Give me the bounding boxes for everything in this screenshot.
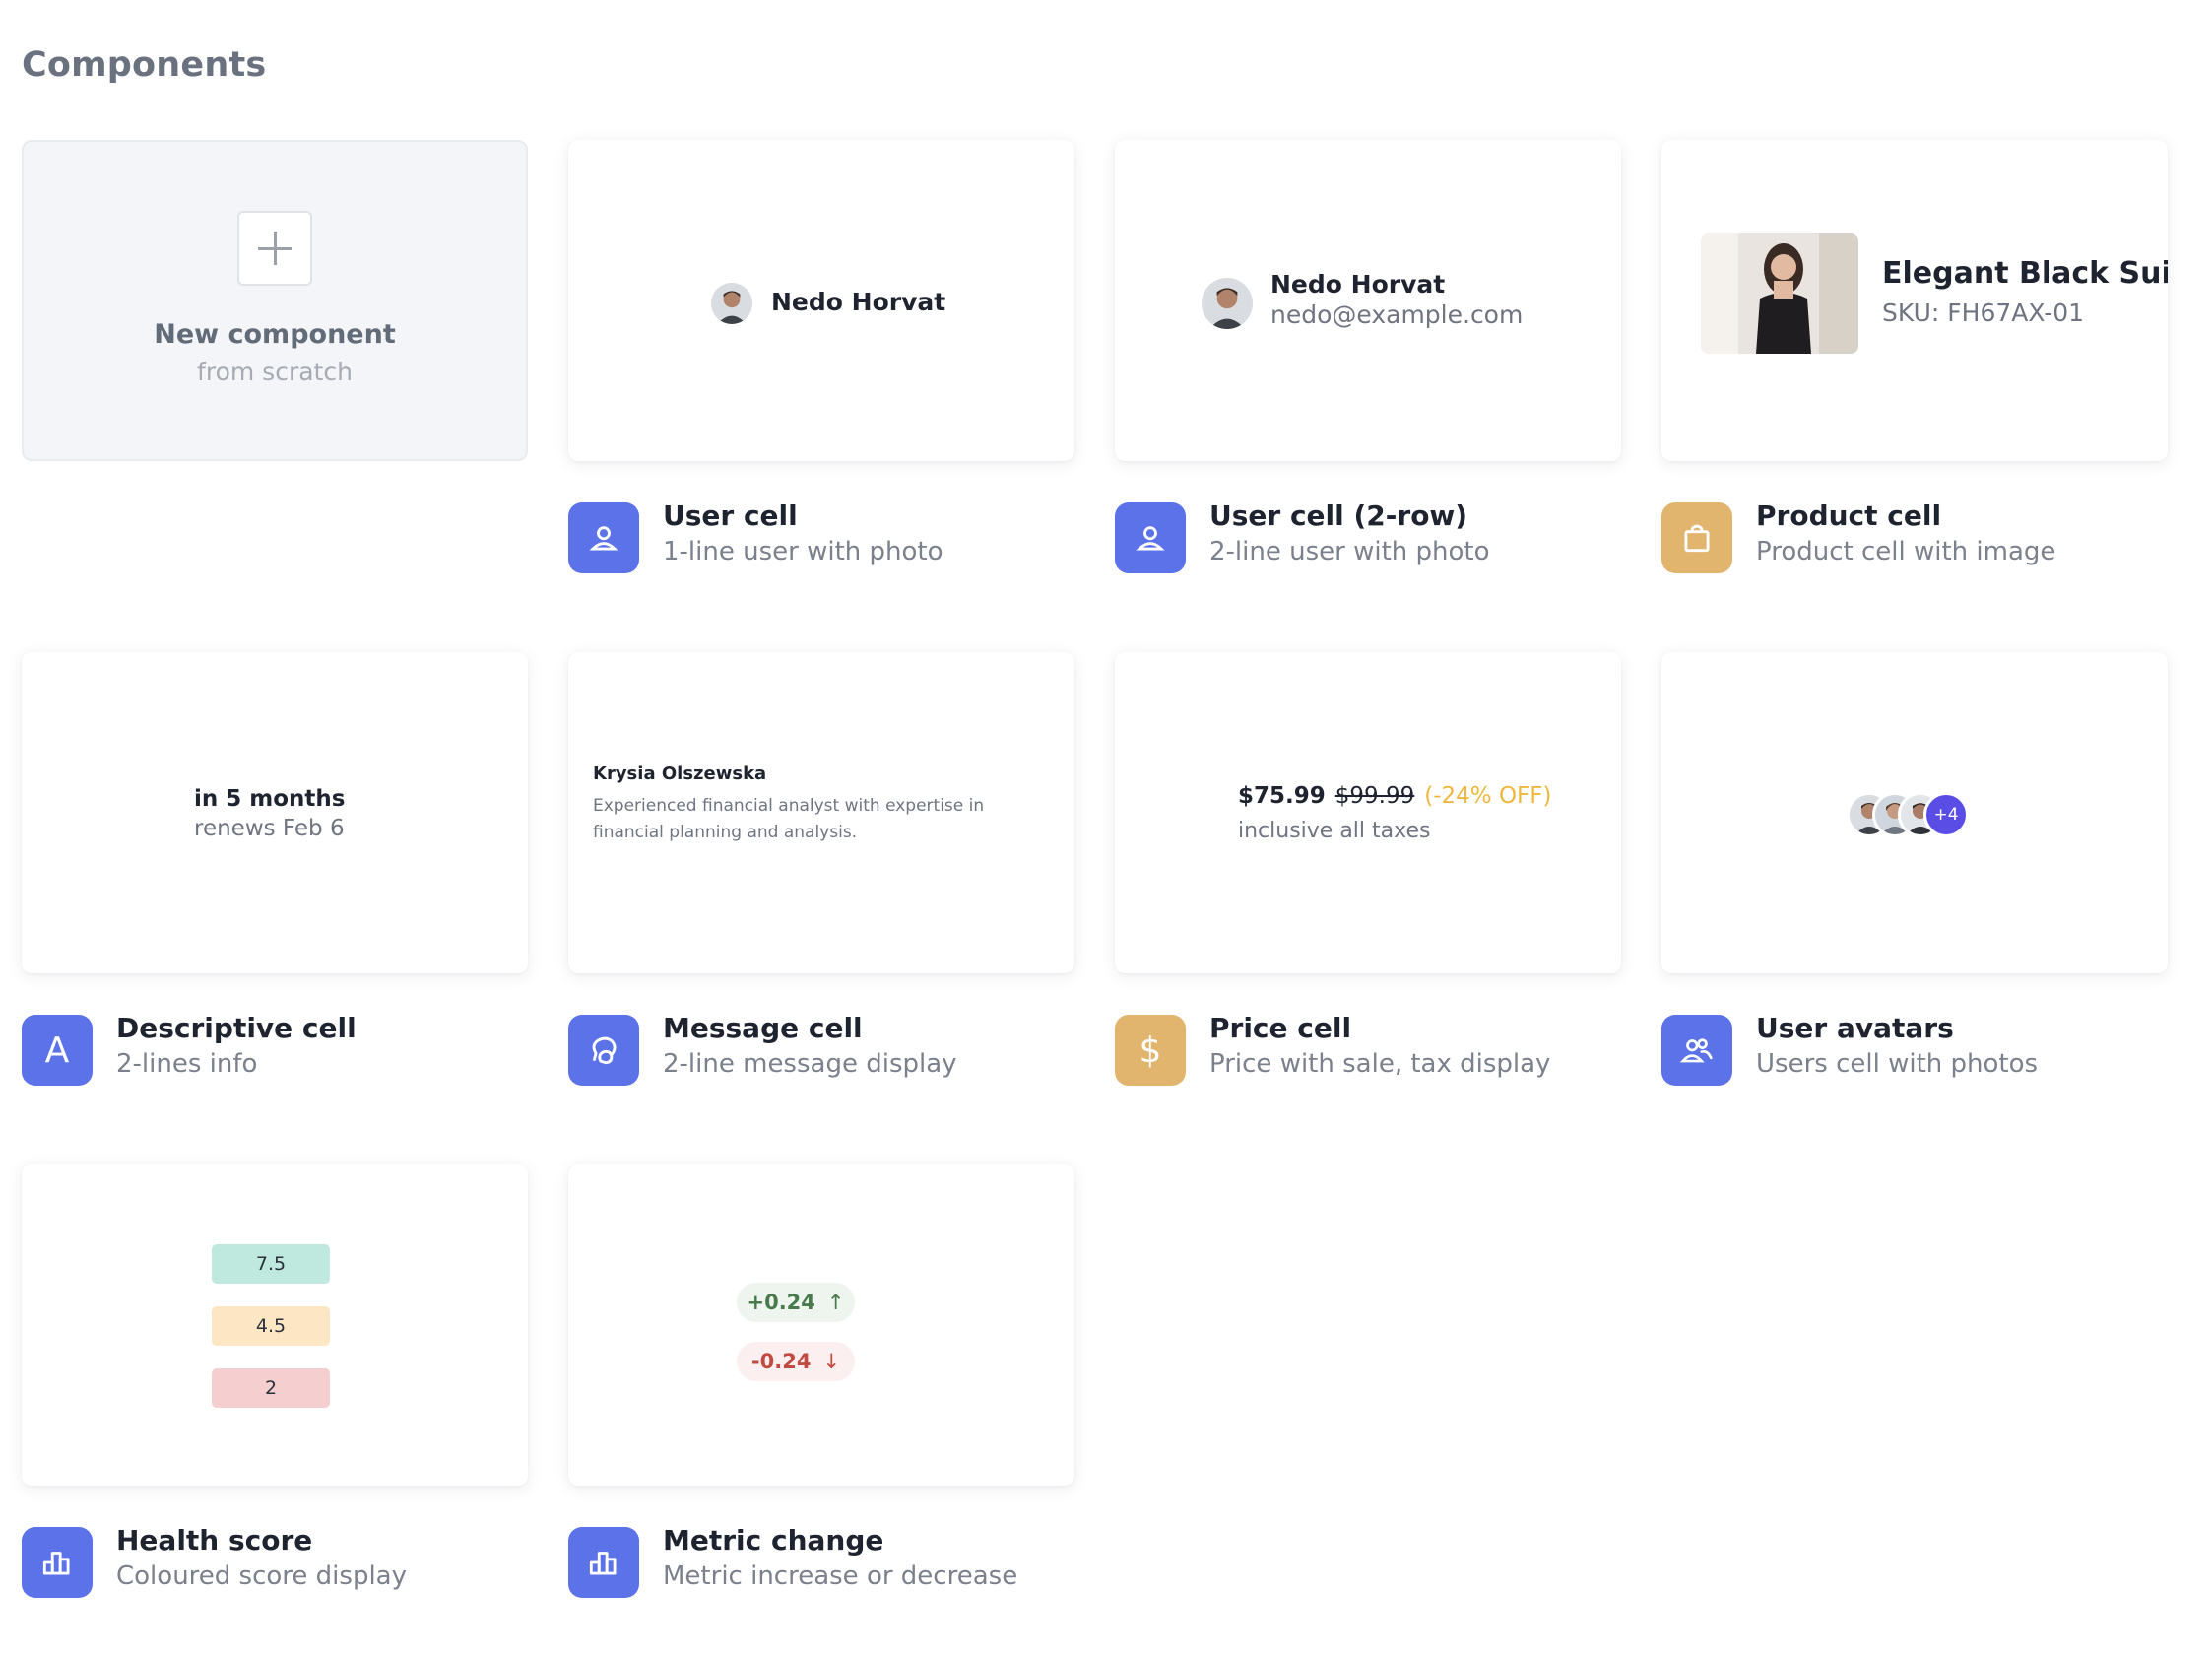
descriptive-cell-preview[interactable]: in 5 months renews Feb 6 [22, 652, 528, 973]
component-user-cell-2row[interactable]: User cell (2-row) 2-line user with photo [1115, 499, 1621, 573]
avatar-stack: +4 [1847, 792, 1984, 837]
avatar [1202, 278, 1253, 329]
component-message-cell[interactable]: Message cell 2-line message display [568, 1012, 1074, 1086]
component-health-score[interactable]: Health score Coloured score display [22, 1524, 528, 1598]
letter-a-icon: A [22, 1015, 93, 1086]
score-badge-high: 7.5 [212, 1244, 330, 1284]
arrow-up-icon: ↑ [826, 1291, 845, 1314]
user-icon [1115, 502, 1186, 573]
score-badge-medium: 4.5 [212, 1306, 330, 1346]
original-price: $99.99 [1334, 783, 1415, 809]
component-subtitle: Metric increase or decrease [663, 1561, 1018, 1591]
more-users-badge: +4 [1923, 792, 1969, 837]
component-title: Health score [116, 1524, 313, 1557]
component-descriptive-cell[interactable]: A Descriptive cell 2-lines info [22, 1012, 528, 1086]
descriptive-line-1: in 5 months [194, 786, 346, 812]
user-name: Nedo Horvat [771, 288, 946, 316]
message-icon [568, 1015, 639, 1086]
component-price-cell[interactable]: $ Price cell Price with sale, tax displa… [1115, 1012, 1621, 1086]
component-title: Message cell [663, 1012, 863, 1044]
metric-increase-badge: +0.24 ↑ [737, 1283, 855, 1322]
price-cell-preview[interactable]: $75.99 $99.99 (-24% OFF) inclusive all tax… [1115, 652, 1621, 973]
component-subtitle: 2-line message display [663, 1049, 957, 1079]
product-sku: SKU: FH67AX-01 [1882, 299, 2085, 327]
metric-increase-value: +0.24 [747, 1291, 815, 1314]
avatar [711, 283, 752, 324]
component-title: User cell [663, 499, 798, 532]
new-component-card[interactable]: New component from scratch [22, 140, 528, 461]
plus-icon [237, 211, 312, 286]
page-title: Components [22, 45, 267, 85]
component-subtitle: Product cell with image [1756, 537, 2056, 566]
descriptive-line-2: renews Feb 6 [194, 816, 345, 841]
component-user-avatars[interactable]: User avatars Users cell with photos [1661, 1012, 2168, 1086]
metric-change-preview[interactable]: +0.24 ↑ -0.24 ↓ [568, 1164, 1074, 1486]
product-name: Elegant Black Suit [1882, 256, 2168, 291]
tax-note: inclusive all taxes [1238, 819, 1431, 843]
price-row: $75.99 $99.99 (-24% OFF) [1238, 783, 1552, 809]
discount-label: (-24% OFF) [1424, 783, 1552, 809]
metric-decrease-badge: -0.24 ↓ [737, 1342, 855, 1381]
new-component-subtitle: from scratch [197, 358, 353, 386]
message-cell-preview[interactable]: Krysia Olszewska Experienced financial a… [568, 652, 1074, 973]
shopping-bag-icon [1661, 502, 1732, 573]
user-name: Nedo Horvat [1270, 270, 1446, 299]
user-email: nedo@example.com [1270, 300, 1524, 329]
users-icon [1661, 1015, 1732, 1086]
score-badge-low: 2 [212, 1368, 330, 1408]
metric-decrease-value: -0.24 [750, 1350, 812, 1373]
component-subtitle: Coloured score display [116, 1561, 408, 1591]
component-subtitle: Price with sale, tax display [1209, 1049, 1551, 1079]
component-title: Descriptive cell [116, 1012, 357, 1044]
component-subtitle: Users cell with photos [1756, 1049, 2039, 1079]
component-title: User cell (2-row) [1209, 499, 1468, 532]
component-subtitle: 1-line user with photo [663, 537, 943, 566]
message-author: Krysia Olszewska [593, 763, 767, 784]
message-text: Experienced financial analyst with exper… [593, 796, 985, 842]
user-cell-2row-preview[interactable]: Nedo Horvat nedo@example.com [1115, 140, 1621, 461]
bar-chart-icon [568, 1527, 639, 1598]
user-avatars-preview[interactable]: +4 [1661, 652, 2168, 973]
component-title: Metric change [663, 1524, 884, 1557]
product-cell-preview[interactable]: Elegant Black Suit SKU: FH67AX-01 [1661, 140, 2168, 461]
component-title: User avatars [1756, 1012, 1954, 1044]
component-subtitle: 2-lines info [116, 1049, 258, 1079]
component-product-cell[interactable]: Product cell Product cell with image [1661, 499, 2168, 573]
sale-price: $75.99 [1238, 783, 1326, 809]
component-user-cell[interactable]: User cell 1-line user with photo [568, 499, 1074, 573]
arrow-down-icon: ↓ [822, 1350, 841, 1373]
health-score-preview[interactable]: 7.5 4.5 2 [22, 1164, 528, 1486]
user-icon [568, 502, 639, 573]
user-cell-preview[interactable]: Nedo Horvat [568, 140, 1074, 461]
component-subtitle: 2-line user with photo [1209, 537, 1490, 566]
component-metric-change[interactable]: Metric change Metric increase or decreas… [568, 1524, 1074, 1598]
dollar-icon: $ [1115, 1015, 1186, 1086]
product-image [1701, 233, 1858, 354]
bar-chart-icon [22, 1527, 93, 1598]
new-component-title: New component [154, 319, 396, 350]
component-title: Product cell [1756, 499, 1942, 532]
component-title: Price cell [1209, 1012, 1352, 1044]
